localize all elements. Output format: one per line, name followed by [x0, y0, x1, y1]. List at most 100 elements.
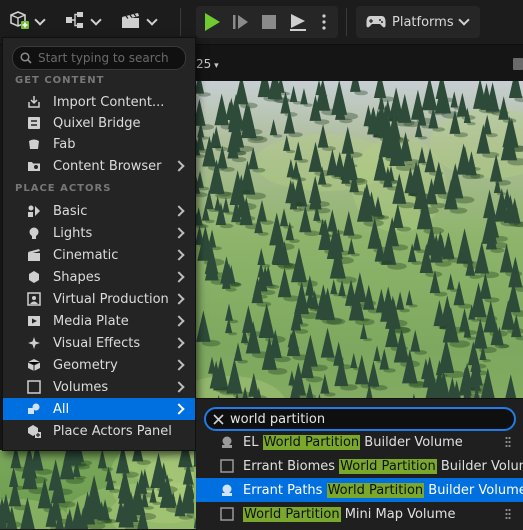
menu-item-media-plate[interactable]: Media Plate — [3, 310, 195, 332]
menu-item-label: Virtual Production — [53, 292, 175, 307]
import-icon — [27, 95, 41, 109]
menu-item-place-actors-panel[interactable]: Place Actors Panel — [3, 420, 195, 442]
cinematics-button[interactable] — [120, 8, 156, 36]
menu-item-content-browser[interactable]: Content Browser — [3, 155, 195, 177]
quick-add-menu: GET CONTENT Import Content... Quixel Bri… — [2, 37, 196, 451]
menu-item-label: Fab — [53, 137, 195, 152]
menu-item-quixel-bridge[interactable]: Quixel Bridge — [3, 112, 195, 134]
volume-icon — [27, 380, 41, 394]
chevron-right-icon — [173, 337, 184, 348]
chevron-down-icon — [146, 14, 157, 25]
search-results-popup: world partition EL World Partition Build… — [196, 398, 523, 530]
search-icon — [20, 52, 32, 64]
menu-search-box[interactable] — [12, 46, 186, 70]
result-label: World Partition Mini Map Volume — [243, 507, 505, 522]
viewport-speed-value: 25 — [196, 57, 211, 71]
viewport-options-icon[interactable] — [513, 58, 523, 70]
menu-item-visual-effects[interactable]: Visual Effects — [3, 332, 195, 354]
result-text: Builder Volume — [424, 483, 523, 498]
menu-item-volumes[interactable]: Volumes — [3, 376, 195, 398]
chevron-down-icon — [34, 14, 45, 25]
result-item-errant-biomes-world-partition-builder-volume[interactable]: Errant Biomes World Partition Builder Vo… — [196, 454, 523, 478]
menu-item-label: Shapes — [53, 270, 175, 285]
play-controls — [196, 6, 338, 38]
level-viewport-edge[interactable] — [0, 450, 194, 529]
place-actors-panel-icon — [27, 424, 41, 438]
chevron-right-icon — [173, 403, 184, 414]
result-text: Errant Biomes — [243, 459, 339, 474]
result-label: Errant Paths World Partition Builder Vol… — [243, 483, 523, 498]
menu-item-label: Content Browser — [53, 159, 175, 174]
menu-item-fab[interactable]: Fab — [3, 133, 195, 155]
toolbar-divider — [180, 8, 181, 36]
clear-search-icon[interactable] — [213, 414, 224, 425]
chevron-right-icon — [173, 227, 184, 238]
menu-item-lights[interactable]: Lights — [3, 222, 195, 244]
virtual-production-icon — [27, 292, 41, 306]
menu-item-label: Basic — [53, 204, 175, 219]
chevron-right-icon — [173, 205, 184, 216]
result-item-el-world-partition-builder-volume[interactable]: EL World Partition Builder Volume — [196, 430, 523, 454]
result-item-errant-paths-world-partition-builder-volume[interactable]: Errant Paths World Partition Builder Vol… — [196, 478, 523, 502]
menu-item-label: Lights — [53, 226, 175, 241]
chevron-right-icon — [173, 315, 184, 326]
section-header-place-actors: PLACE ACTORS — [15, 183, 111, 194]
result-text: EL — [243, 435, 263, 450]
drag-handle-icon[interactable] — [505, 436, 511, 448]
gamepad-icon — [366, 15, 386, 29]
menu-item-label: Volumes — [53, 380, 175, 395]
filter-input[interactable]: world partition — [230, 412, 325, 427]
platforms-label: Platforms — [392, 15, 454, 30]
light-bulb-icon — [27, 226, 41, 240]
blueprints-button[interactable] — [64, 8, 100, 36]
blueprint-icon — [64, 10, 86, 34]
viewport-speed-dropdown[interactable]: 25 ▾ — [196, 57, 219, 71]
menu-item-all[interactable]: All — [3, 398, 195, 420]
volume-box-icon — [220, 507, 234, 521]
content-browser-icon — [27, 159, 41, 173]
result-label: EL World Partition Builder Volume — [243, 435, 505, 450]
result-text: Mini Map Volume — [341, 507, 456, 522]
menu-item-import-content[interactable]: Import Content... — [3, 91, 195, 113]
stop-icon[interactable] — [261, 14, 277, 34]
menu-item-label: Cinematic — [53, 248, 175, 263]
bridge-icon — [27, 116, 41, 130]
result-label: Errant Biomes World Partition Builder Vo… — [243, 459, 523, 474]
menu-item-cinematic[interactable]: Cinematic — [3, 244, 195, 266]
kebab-icon[interactable] — [322, 14, 326, 34]
builder-volume-icon — [220, 483, 234, 497]
all-icon — [27, 402, 41, 416]
shapes-icon — [27, 270, 41, 284]
menu-item-label: Media Plate — [53, 314, 175, 329]
viewport-toolbar — [194, 45, 523, 81]
chevron-right-icon — [173, 160, 184, 171]
menu-item-shapes[interactable]: Shapes — [3, 266, 195, 288]
chevron-right-icon — [173, 293, 184, 304]
play-icon[interactable] — [203, 12, 221, 36]
clapper-icon — [27, 248, 41, 262]
search-input[interactable] — [36, 50, 180, 66]
add-content-button[interactable] — [8, 8, 44, 36]
menu-item-virtual-production[interactable]: Virtual Production — [3, 288, 195, 310]
menu-item-basic[interactable]: Basic — [3, 200, 195, 222]
drag-handle-icon[interactable] — [505, 508, 511, 520]
menu-item-label: Quixel Bridge — [53, 116, 195, 131]
visual-effects-icon — [27, 336, 41, 350]
chevron-right-icon — [173, 359, 184, 370]
menu-item-label: All — [53, 402, 175, 417]
section-header-get-content: GET CONTENT — [15, 75, 104, 86]
step-icon[interactable] — [232, 13, 250, 35]
volume-box-icon — [220, 459, 234, 473]
eject-icon[interactable] — [288, 12, 308, 36]
forest-landscape — [0, 450, 194, 529]
chevron-right-icon — [173, 249, 184, 260]
menu-item-geometry[interactable]: Geometry — [3, 354, 195, 376]
chevron-right-icon — [173, 271, 184, 282]
menu-item-label: Import Content... — [53, 95, 195, 110]
result-item-world-partition-mini-map-volume[interactable]: World Partition Mini Map Volume — [196, 502, 523, 526]
result-text: Errant Paths — [243, 483, 327, 498]
platforms-button[interactable]: Platforms — [356, 6, 480, 38]
geometry-icon — [27, 358, 41, 372]
filter-search-box[interactable]: world partition — [204, 407, 516, 431]
chevron-right-icon — [173, 381, 184, 392]
